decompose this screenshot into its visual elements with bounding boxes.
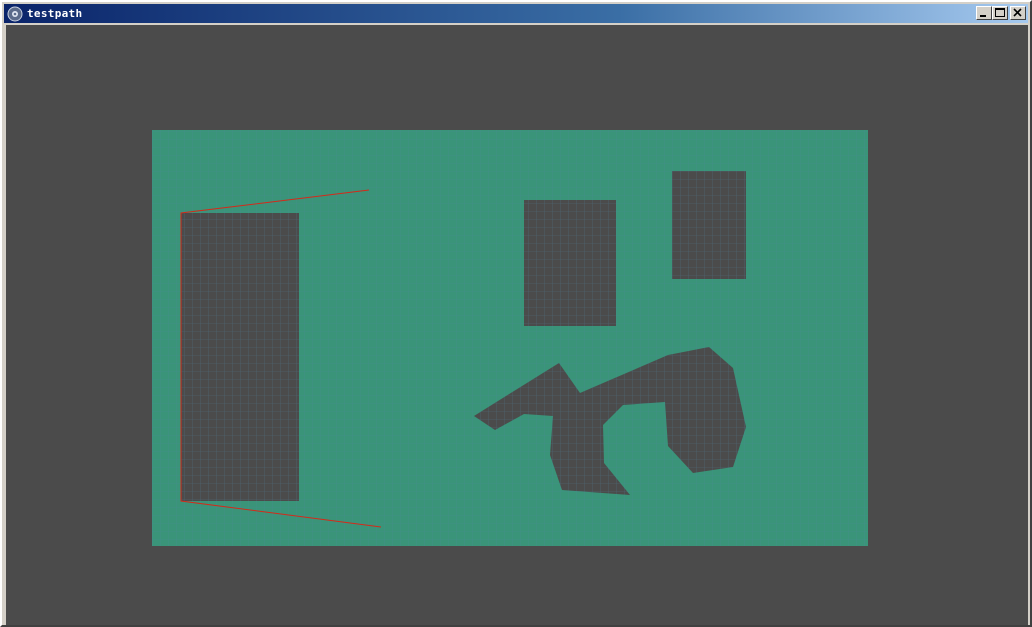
application-window: testpath xyxy=(0,0,1032,627)
window-controls xyxy=(976,6,1026,20)
viewport[interactable] xyxy=(6,25,1028,625)
close-icon xyxy=(1013,8,1022,17)
app-gear-icon xyxy=(7,6,23,21)
close-button[interactable] xyxy=(1010,6,1026,20)
title-bar[interactable]: testpath xyxy=(4,4,1028,23)
minimize-button[interactable] xyxy=(976,6,992,20)
minimize-icon xyxy=(980,15,986,17)
maximize-button[interactable] xyxy=(992,6,1008,20)
floor-grid xyxy=(152,130,868,546)
window-title: testpath xyxy=(27,7,83,20)
maximize-icon xyxy=(995,8,1005,17)
pathfinding-scene[interactable] xyxy=(6,25,1028,625)
